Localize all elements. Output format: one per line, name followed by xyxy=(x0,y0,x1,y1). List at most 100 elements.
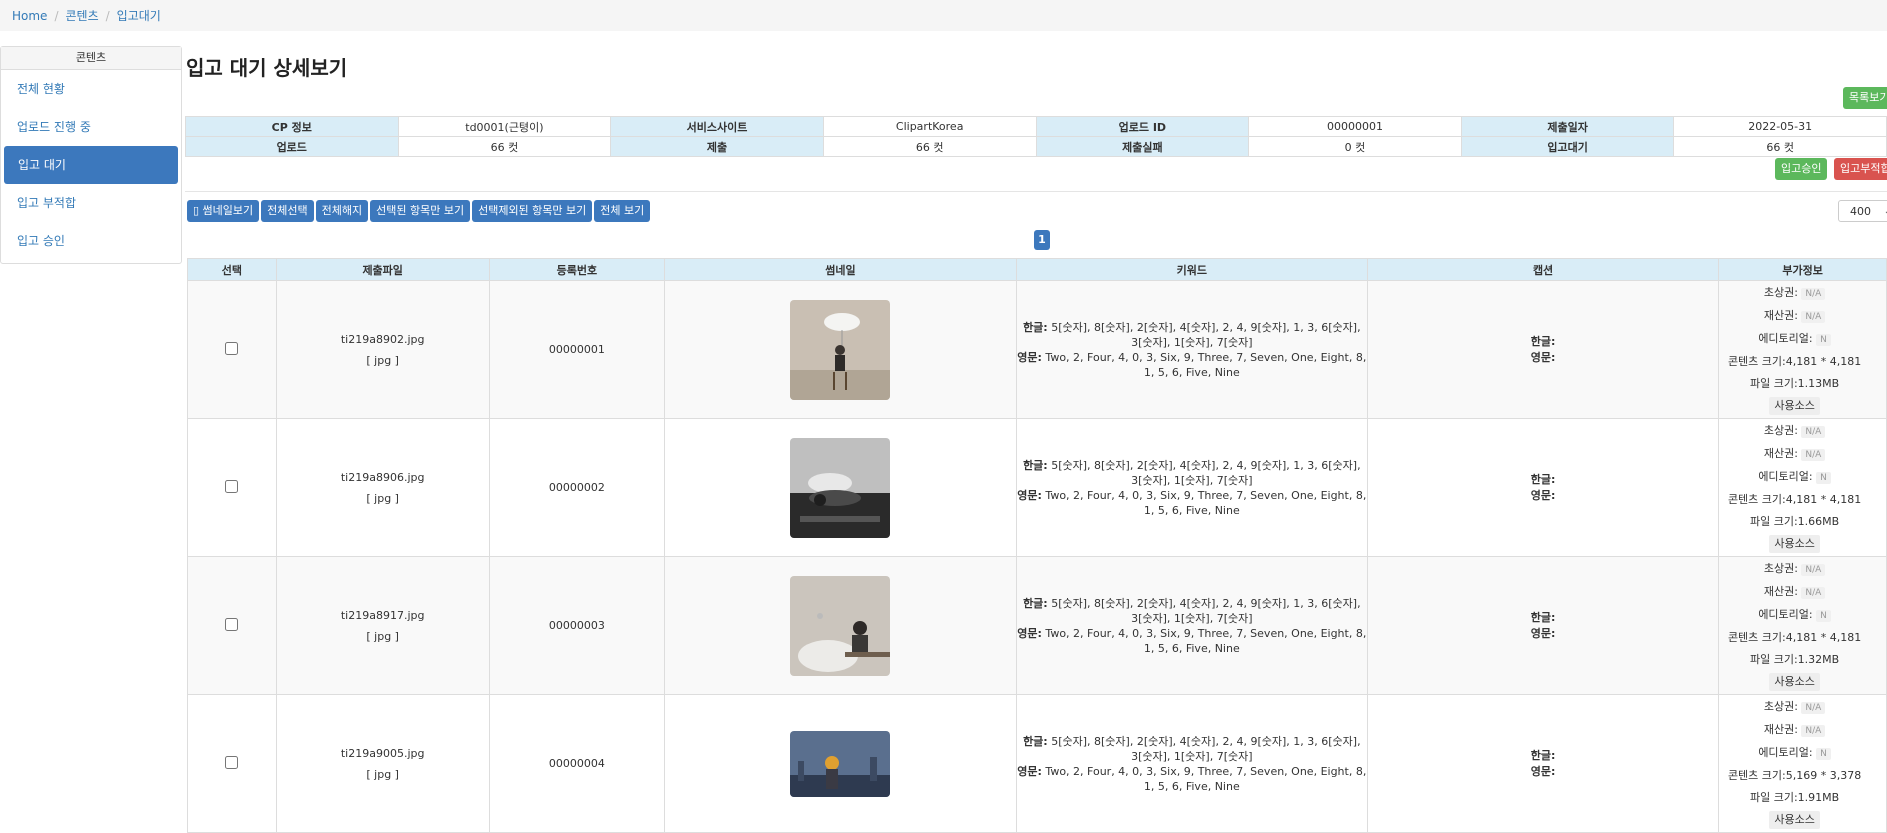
sidebar-item-rejected[interactable]: 입고 부적합 xyxy=(1,184,181,222)
caption-en: 영문: xyxy=(1530,764,1556,778)
divider xyxy=(185,191,1887,192)
cp-label: CP 정보 xyxy=(185,116,399,137)
kw-ko: 5[숫자], 8[숫자], 2[숫자], 4[숫자], 2, 4, 9[숫자],… xyxy=(1051,596,1361,625)
source-button[interactable]: 사용소스 xyxy=(1769,673,1820,691)
kw-ko-label: 한글: xyxy=(1023,320,1048,334)
approve-button[interactable]: 입고승인 xyxy=(1775,158,1828,180)
table-row: ti219a8917.jpg [ jpg ] 00000003 한글: 5[숫자]… xyxy=(187,556,1887,695)
upload-id-label: 업로드 ID xyxy=(1035,116,1250,137)
col-header-keywords: 키워드 xyxy=(1015,258,1368,281)
sidebar-header: 콘텐츠 xyxy=(1,47,181,70)
kw-en: Two, 2, Four, 4, 0, 3, Six, 9, Three, 7,… xyxy=(1045,350,1367,379)
portrait-value: N/A xyxy=(1801,426,1826,438)
editorial-label: 에디토리얼: xyxy=(1758,470,1813,483)
caption-en: 영문: xyxy=(1530,350,1556,364)
source-button[interactable]: 사용소스 xyxy=(1769,811,1820,829)
content-size: 4,181 * 4,181 xyxy=(1785,493,1862,506)
reg-no: 00000004 xyxy=(488,694,666,833)
breadcrumb: Home / 콘텐츠 / 입고대기 xyxy=(12,7,161,24)
portrait-label: 초상권: xyxy=(1763,562,1798,575)
upload-count-label: 업로드 xyxy=(185,136,399,157)
breadcrumb-home[interactable]: Home xyxy=(12,9,47,23)
kw-en-label: 영문: xyxy=(1017,488,1042,502)
editorial-value: N xyxy=(1816,472,1831,484)
property-value: N/A xyxy=(1801,311,1826,323)
file-size: 1.91MB xyxy=(1797,791,1840,804)
col-header-file: 제출파일 xyxy=(275,258,490,281)
source-button[interactable]: 사용소스 xyxy=(1769,397,1820,415)
editorial-label: 에디토리얼: xyxy=(1758,746,1813,759)
reg-no: 00000003 xyxy=(488,556,666,695)
editorial-value: N xyxy=(1816,334,1831,346)
file-size: 1.66MB xyxy=(1797,515,1840,528)
content-size-label: 콘텐츠 크기: xyxy=(1727,769,1786,782)
content-table: 선택 제출파일 등록번호 썸네일 키워드 캡션 부가정보 ti219a8902.… xyxy=(187,258,1887,833)
kw-ko-label: 한글: xyxy=(1023,734,1048,748)
property-value: N/A xyxy=(1801,449,1826,461)
thumbnail-image[interactable] xyxy=(790,437,891,538)
cp-value: td0001(근텽이) xyxy=(397,116,612,137)
site-value: ClipartKorea xyxy=(822,116,1037,137)
portrait-value: N/A xyxy=(1801,288,1826,300)
property-label: 재산권: xyxy=(1763,723,1798,736)
source-button[interactable]: 사용소스 xyxy=(1769,535,1820,553)
thumbnail-image[interactable] xyxy=(790,730,891,797)
thumbnail-view-button[interactable]: ▯ 썸네일보기 xyxy=(187,200,260,222)
col-header-extra: 부가정보 xyxy=(1718,258,1887,281)
breadcrumb-bar: Home / 콘텐츠 / 입고대기 xyxy=(0,0,1887,31)
caption-ko: 한글: xyxy=(1530,748,1556,762)
row-checkbox[interactable] xyxy=(225,617,239,631)
editorial-label: 에디토리얼: xyxy=(1758,332,1813,345)
pagination-page[interactable]: 1 xyxy=(1034,230,1050,250)
file-name: ti219a8902.jpg xyxy=(340,332,425,346)
content-size: 5,169 * 3,378 xyxy=(1785,769,1862,782)
thumbnail-image[interactable] xyxy=(790,299,891,400)
portrait-label: 초상권: xyxy=(1763,286,1798,299)
kw-en-label: 영문: xyxy=(1017,764,1042,778)
row-checkbox[interactable] xyxy=(225,479,239,493)
file-size: 1.13MB xyxy=(1797,377,1840,390)
show-selected-button[interactable]: 선택된 항목만 보기 xyxy=(370,200,471,222)
table-row: ti219a8906.jpg [ jpg ] 00000002 한글: 5[숫자]… xyxy=(187,418,1887,557)
kw-ko-label: 한글: xyxy=(1023,458,1048,472)
reg-no: 00000002 xyxy=(488,418,666,557)
kw-en: Two, 2, Four, 4, 0, 3, Six, 9, Three, 7,… xyxy=(1045,626,1367,655)
select-all-button[interactable]: 전체선택 xyxy=(261,200,314,222)
submit-count-label: 제출 xyxy=(610,136,824,157)
upload-count-value: 66 컷 xyxy=(397,136,612,157)
row-checkbox[interactable] xyxy=(225,755,239,769)
portrait-value: N/A xyxy=(1801,564,1826,576)
property-label: 재산권: xyxy=(1763,309,1798,322)
deselect-all-button[interactable]: 전체해지 xyxy=(315,200,369,222)
property-label: 재산권: xyxy=(1763,447,1798,460)
file-name: ti219a9005.jpg xyxy=(340,746,425,760)
show-excluded-button[interactable]: 선택제외된 항목만 보기 xyxy=(472,200,593,222)
site-label: 서비스사이트 xyxy=(610,116,824,137)
thumbnail-image[interactable] xyxy=(790,575,891,676)
col-header-reg-no: 등록번호 xyxy=(488,258,666,281)
row-checkbox[interactable] xyxy=(225,341,239,355)
page-size-select[interactable]: 400 ⌄ xyxy=(1838,200,1887,222)
portrait-value: N/A xyxy=(1801,702,1826,714)
file-size-label: 파일 크기: xyxy=(1749,653,1798,666)
sidebar-item-overview[interactable]: 전체 현황 xyxy=(1,70,181,108)
sidebar-item-pending[interactable]: 입고 대기 xyxy=(4,146,178,184)
sidebar-item-approved[interactable]: 입고 승인 xyxy=(1,222,181,260)
breadcrumb-separator: / xyxy=(105,9,110,23)
list-button[interactable]: 목록보기 xyxy=(1843,87,1887,109)
kw-ko-label: 한글: xyxy=(1023,596,1048,610)
reject-button[interactable]: 입고부적합 xyxy=(1834,158,1887,180)
file-ext: [ jpg ] xyxy=(366,353,399,367)
content-size: 4,181 * 4,181 xyxy=(1785,631,1862,644)
sidebar-item-uploading[interactable]: 업로드 진행 중 xyxy=(1,108,181,146)
table-row: ti219a8902.jpg [ jpg ] 00000001 한글: 5[숫자]… xyxy=(187,280,1887,419)
file-size-label: 파일 크기: xyxy=(1749,377,1798,390)
kw-ko: 5[숫자], 8[숫자], 2[숫자], 4[숫자], 2, 4, 9[숫자],… xyxy=(1051,320,1361,349)
content-size: 4,181 * 4,181 xyxy=(1785,355,1862,368)
content-size-label: 콘텐츠 크기: xyxy=(1727,355,1786,368)
breadcrumb-contents[interactable]: 콘텐츠 xyxy=(65,9,98,23)
content-size-label: 콘텐츠 크기: xyxy=(1727,631,1786,644)
show-all-button[interactable]: 전체 보기 xyxy=(594,200,651,222)
file-size: 1.32MB xyxy=(1797,653,1840,666)
property-value: N/A xyxy=(1801,587,1826,599)
